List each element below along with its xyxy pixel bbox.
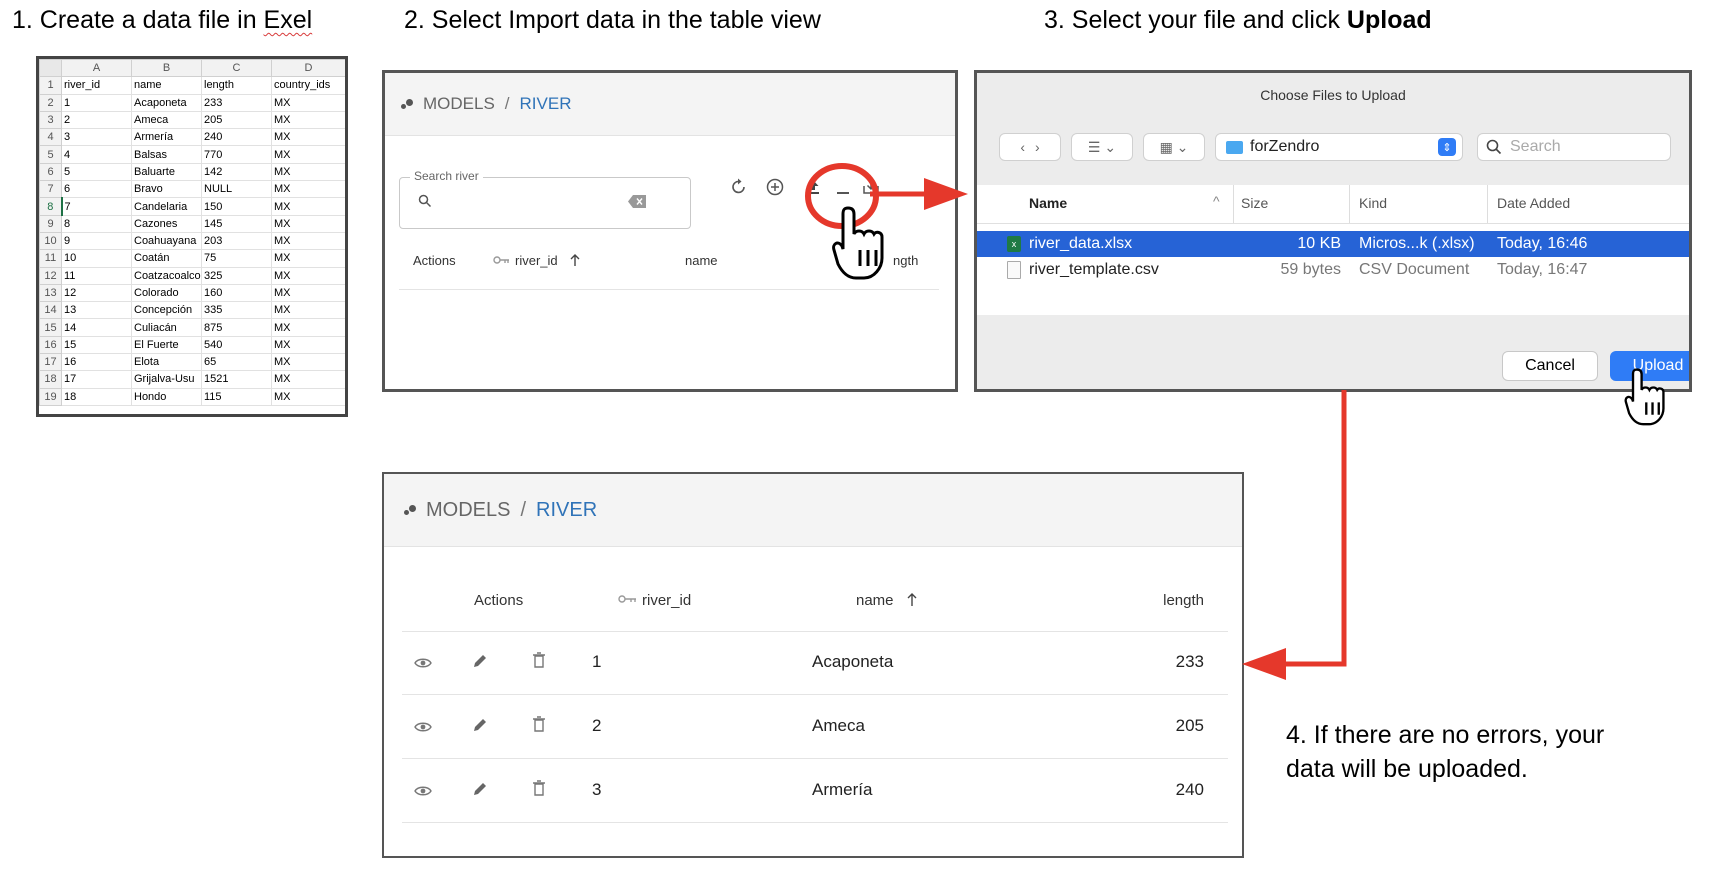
arrow-to-dialog (870, 178, 968, 210)
annotation-overlay (805, 163, 1665, 680)
hand-cursor-icon (832, 206, 884, 280)
hand-cursor-icon (1624, 368, 1665, 426)
arrow-to-result (1242, 390, 1347, 680)
